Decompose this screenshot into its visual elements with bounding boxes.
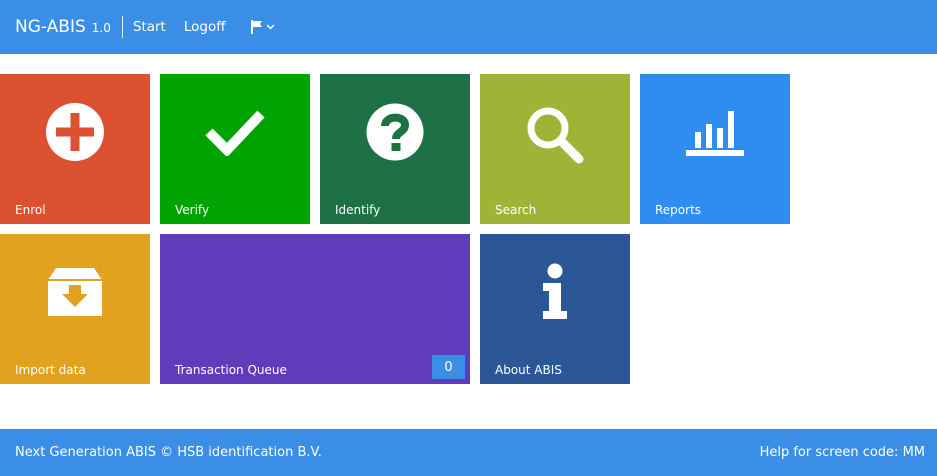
inbox-download-icon [48,268,102,316]
app-title: NG-ABIS [15,17,86,37]
nav-start-link[interactable]: Start [133,19,166,35]
tile-verify-label: Verify [175,203,210,217]
tile-enrol[interactable]: Enrol [0,74,150,224]
tile-identify-label: Identify [335,203,381,217]
tile-identify[interactable]: Identify [320,74,470,224]
tile-queue-label: Transaction Queue [175,363,287,377]
tile-enrol-label: Enrol [15,203,46,217]
queue-count-badge: 0 [432,355,465,379]
tile-reports-label: Reports [655,203,702,217]
footer-bar: Next Generation ABIS © HSB identificatio… [0,429,937,476]
search-icon [527,107,584,164]
top-bar: NG-ABIS 1.0 Start Logoff [0,0,937,54]
nav-logoff-link[interactable]: Logoff [184,19,226,35]
language-selector[interactable] [250,20,275,34]
tile-transaction-queue[interactable]: Transaction Queue 0 [160,234,470,384]
app-version: 1.0 [91,21,111,35]
info-icon [543,263,567,319]
header-divider [121,16,123,38]
tile-reports[interactable]: Reports [640,74,790,224]
tile-verify[interactable]: Verify [160,74,310,224]
footer-help-link[interactable]: Help for screen code: MM [760,445,925,460]
tile-search-label: Search [495,203,537,217]
tile-import-label: Import data [15,363,86,377]
flag-icon [250,20,262,34]
plus-circle-icon [46,103,104,161]
tile-about-abis[interactable]: About ABIS [480,234,630,384]
tile-search[interactable]: Search [480,74,630,224]
check-icon [205,110,265,156]
tile-about-label: About ABIS [495,363,562,377]
question-circle-icon [366,103,424,161]
app-brand[interactable]: NG-ABIS 1.0 [15,17,111,37]
tile-import-data[interactable]: Import data [0,234,150,384]
bar-chart-icon [686,111,744,156]
chevron-down-icon [265,24,275,30]
footer-copyright: Next Generation ABIS © HSB identificatio… [15,445,322,460]
